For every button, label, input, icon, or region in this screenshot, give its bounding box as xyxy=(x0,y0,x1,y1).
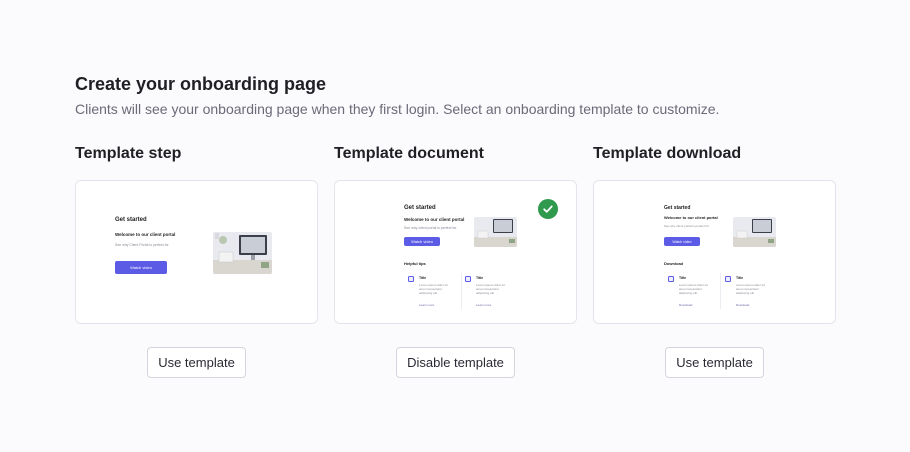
preview-heading: Get started xyxy=(115,217,147,223)
template-download-preview-card[interactable]: Get started Welcome to our client portal… xyxy=(593,180,836,324)
preview-tip-link: Learn more xyxy=(419,303,435,307)
preview-decor xyxy=(215,233,219,239)
page-title: Create your onboarding page xyxy=(75,74,327,94)
template-download-column: Template download Get started Welcome to… xyxy=(593,145,836,378)
preview-heading: Get started xyxy=(404,205,436,211)
preview-tip-icon xyxy=(408,276,414,282)
use-template-download-button[interactable]: Use template xyxy=(665,347,764,378)
preview-desk-photo xyxy=(733,217,776,247)
preview-welcome: Welcome to our client portal xyxy=(664,215,718,220)
template-step-preview-card[interactable]: Get started Welcome to our client portal… xyxy=(75,180,318,324)
preview-tip-title: Title xyxy=(736,276,744,280)
preview-divider xyxy=(461,273,462,309)
template-document-column: Template document Get started Welcome to… xyxy=(334,145,577,378)
preview-desk-photo xyxy=(474,217,517,247)
preview-tip-text: Lorem ipsum dolor sit amet consectetur a… xyxy=(736,283,765,295)
template-step-column: Template step Get started Welcome to our… xyxy=(75,145,318,378)
template-step-title: Template step xyxy=(75,145,182,162)
preview-section-title: Download xyxy=(664,261,684,266)
preview-download-icon xyxy=(725,276,731,282)
preview-tip-link: Download xyxy=(736,303,750,307)
preview-watch-video-button: Watch video xyxy=(664,237,700,246)
disable-template-document-button[interactable]: Disable template xyxy=(396,347,515,378)
template-document-preview-card[interactable]: Get started Welcome to our client portal… xyxy=(334,180,577,324)
preview-description: See why client portal is perfect for xyxy=(664,224,710,228)
preview-divider xyxy=(720,273,721,309)
preview-desk-photo xyxy=(213,232,272,274)
preview-watch-video-button: Watch video xyxy=(115,261,167,274)
preview-heading: Get started xyxy=(664,205,691,211)
preview-download-icon xyxy=(668,276,674,282)
preview-watch-video-button: Watch video xyxy=(404,237,440,246)
preview-tip-text: Lorem ipsum dolor sit amet consectetur a… xyxy=(476,283,505,295)
page-subtitle: Clients will see your onboarding page wh… xyxy=(75,101,720,117)
preview-tip-title: Title xyxy=(679,276,687,280)
preview-tip-text: Lorem ipsum dolor sit amet consectetur a… xyxy=(419,283,448,295)
preview-tip-title: Title xyxy=(476,276,484,280)
preview-tip-link: Learn more xyxy=(476,303,492,307)
preview-welcome: Welcome to our client portal xyxy=(115,232,176,237)
preview-tip-icon xyxy=(465,276,471,282)
template-document-title: Template document xyxy=(334,145,484,162)
use-template-step-button[interactable]: Use template xyxy=(147,347,246,378)
preview-section-title: Helpful tips xyxy=(404,261,426,266)
preview-tip-text: Lorem ipsum dolor sit amet consectetur a… xyxy=(679,283,708,295)
preview-tip-title: Title xyxy=(419,276,427,280)
preview-tip-link: Download xyxy=(679,303,693,307)
preview-description: See why client portal is perfect for xyxy=(404,226,457,230)
template-download-title: Template download xyxy=(593,145,742,162)
preview-welcome: Welcome to our client portal xyxy=(404,217,465,222)
selected-check-icon xyxy=(538,199,558,219)
preview-description: See why Client Portal is perfect for xyxy=(115,243,169,247)
